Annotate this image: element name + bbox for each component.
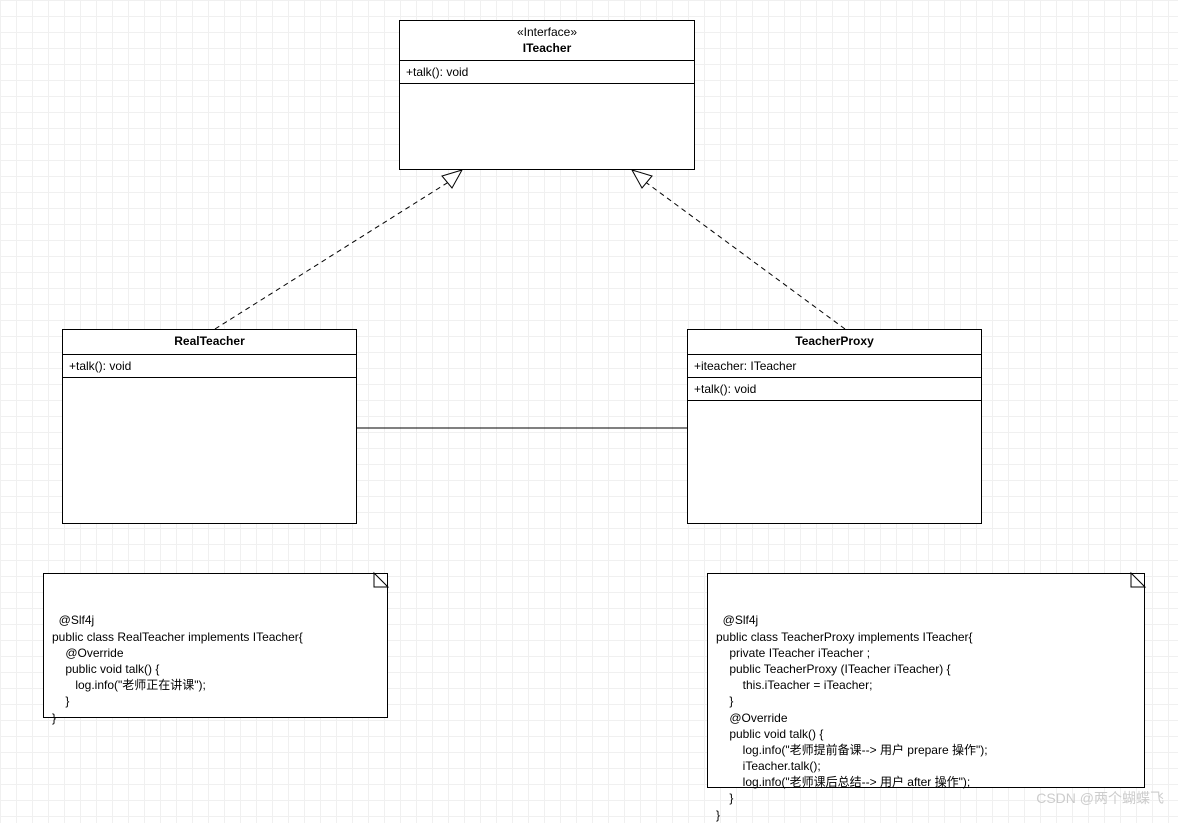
uml-attributes: +iteacher: ITeacher xyxy=(688,355,981,378)
class-name: RealTeacher xyxy=(69,334,350,350)
note-code-text: @Slf4j public class TeacherProxy impleme… xyxy=(716,613,988,821)
method-row: +talk(): void xyxy=(69,359,350,373)
uml-title: RealTeacher xyxy=(63,330,356,355)
method-row: +talk(): void xyxy=(694,382,975,396)
realization-arrow-realteacher xyxy=(442,170,462,188)
uml-methods: +talk(): void xyxy=(688,378,981,401)
uml-class-realteacher: RealTeacher +talk(): void xyxy=(62,329,357,524)
uml-title: «Interface» ITeacher xyxy=(400,21,694,61)
uml-body-empty xyxy=(688,401,981,421)
attribute-row: +iteacher: ITeacher xyxy=(694,359,975,373)
class-name: TeacherProxy xyxy=(694,334,975,350)
class-name: ITeacher xyxy=(406,41,688,57)
uml-methods: +talk(): void xyxy=(63,355,356,378)
uml-title: TeacherProxy xyxy=(688,330,981,355)
uml-class-teacherproxy: TeacherProxy +iteacher: ITeacher +talk()… xyxy=(687,329,982,524)
realization-line-realteacher xyxy=(215,178,455,329)
uml-body-empty xyxy=(400,84,694,104)
note-code-text: @Slf4j public class RealTeacher implemen… xyxy=(52,613,303,724)
watermark: CSDN @两个蝴蝶飞 xyxy=(1036,788,1164,808)
uml-body-empty xyxy=(63,378,356,398)
realization-line-teacherproxy xyxy=(640,178,845,329)
uml-interface-iteacher: «Interface» ITeacher +talk(): void xyxy=(399,20,695,170)
stereotype: «Interface» xyxy=(406,25,688,41)
note-realteacher-code: @Slf4j public class RealTeacher implemen… xyxy=(43,573,388,718)
uml-methods: +talk(): void xyxy=(400,61,694,84)
method-row: +talk(): void xyxy=(406,65,688,79)
note-teacherproxy-code: @Slf4j public class TeacherProxy impleme… xyxy=(707,573,1145,788)
realization-arrow-teacherproxy xyxy=(632,170,652,188)
